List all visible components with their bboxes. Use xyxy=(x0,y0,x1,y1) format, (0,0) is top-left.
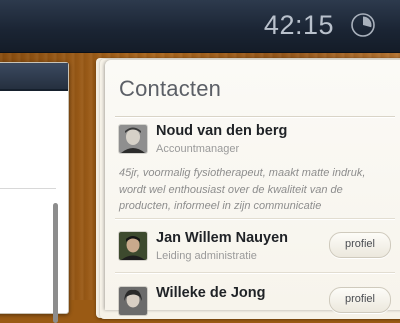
avatar xyxy=(119,125,147,153)
avatar xyxy=(119,287,147,315)
scrollbar[interactable] xyxy=(53,203,58,323)
top-bar: 42:15 xyxy=(0,0,400,53)
contact-name: Willeke de Jong xyxy=(156,285,266,301)
contact-name: Noud van den berg xyxy=(156,123,288,139)
contacts-panel: Contacten Noud van den berg Accountmanag… xyxy=(105,60,400,315)
profile-button[interactable]: profiel xyxy=(329,232,391,258)
avatar xyxy=(119,232,147,260)
contact-role: Accountmanager xyxy=(156,143,240,155)
divider xyxy=(0,188,56,189)
countdown-clock: 42:15 xyxy=(263,10,334,40)
contact-bio: 45jr, voormalig fysiotherapeut, maakt ma… xyxy=(119,167,366,212)
divider xyxy=(115,218,395,219)
divider xyxy=(115,116,395,117)
contact-name: Jan Willem Nauyen xyxy=(156,230,289,246)
contact-role: Leiding administratie xyxy=(156,250,257,262)
profile-button[interactable]: profiel xyxy=(329,287,391,313)
window-header xyxy=(0,63,68,91)
timer-icon[interactable] xyxy=(350,12,376,38)
divider xyxy=(115,272,395,273)
panel-title: Contacten xyxy=(119,76,222,101)
background-app-window[interactable] xyxy=(0,62,69,323)
